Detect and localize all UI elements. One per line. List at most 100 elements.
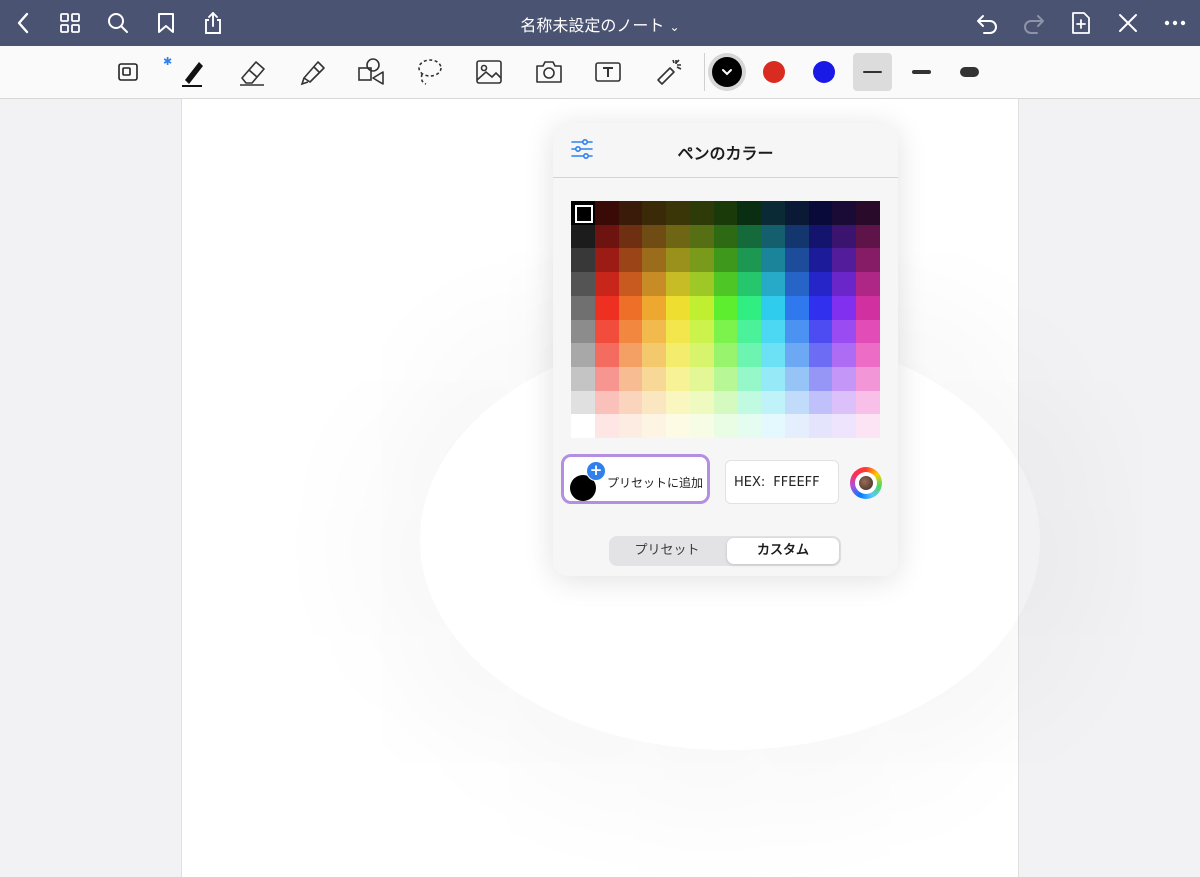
palette-swatch[interactable] — [618, 224, 643, 249]
color-swatch-black-selected[interactable] — [708, 53, 746, 91]
palette-swatch[interactable] — [713, 319, 738, 344]
palette-swatch[interactable] — [737, 390, 762, 415]
palette-swatch[interactable] — [713, 366, 738, 391]
palette-swatch[interactable] — [713, 343, 738, 367]
palette-swatch[interactable] — [642, 248, 667, 273]
add-page-icon[interactable] — [1066, 8, 1096, 38]
palette-swatch[interactable] — [832, 248, 857, 273]
palette-swatch[interactable] — [856, 272, 880, 296]
grid-icon[interactable] — [55, 8, 85, 38]
palette-swatch[interactable] — [761, 272, 785, 296]
palette-swatch[interactable] — [856, 224, 880, 249]
palette-swatch[interactable] — [571, 248, 595, 273]
close-icon[interactable] — [1113, 8, 1143, 38]
palette-swatch[interactable] — [761, 224, 785, 249]
palette-swatch[interactable] — [689, 248, 714, 273]
palette-swatch[interactable] — [618, 390, 643, 415]
palette-swatch[interactable] — [666, 414, 690, 438]
palette-swatch[interactable] — [571, 343, 595, 367]
palette-swatch[interactable] — [737, 343, 762, 367]
palette-swatch[interactable] — [784, 272, 809, 296]
palette-swatch[interactable] — [571, 390, 595, 415]
palette-swatch[interactable] — [642, 343, 667, 367]
palette-swatch[interactable] — [832, 295, 857, 320]
palette-swatch[interactable] — [784, 390, 809, 415]
palette-swatch[interactable] — [666, 390, 690, 415]
undo-icon[interactable] — [972, 8, 1002, 38]
palette-swatch[interactable] — [832, 366, 857, 391]
bookmark-icon[interactable] — [151, 8, 181, 38]
palette-swatch[interactable] — [808, 343, 833, 367]
palette-swatch[interactable] — [713, 224, 738, 249]
hex-input[interactable] — [771, 473, 836, 491]
palette-swatch[interactable] — [594, 248, 619, 273]
camera-icon[interactable] — [531, 55, 567, 89]
palette-swatch[interactable] — [808, 366, 833, 391]
text-icon[interactable] — [590, 55, 626, 89]
palette-swatch[interactable] — [856, 366, 880, 391]
palette-swatch[interactable] — [642, 224, 667, 249]
palette-swatch[interactable] — [808, 224, 833, 249]
palette-swatch[interactable] — [689, 201, 714, 225]
image-icon[interactable] — [471, 55, 507, 89]
lasso-icon[interactable] — [412, 55, 448, 89]
palette-swatch[interactable] — [856, 414, 880, 438]
palette-swatch[interactable] — [571, 319, 595, 344]
stroke-width-medium[interactable] — [902, 53, 941, 91]
add-to-preset-button[interactable]: + プリセットに追加 — [561, 454, 710, 504]
stroke-width-thick[interactable] — [950, 53, 989, 91]
palette-swatch[interactable] — [737, 201, 762, 225]
palette-swatch[interactable] — [832, 272, 857, 296]
palette-swatch[interactable] — [642, 414, 667, 438]
palette-swatch[interactable] — [618, 414, 643, 438]
palette-swatch[interactable] — [594, 343, 619, 367]
palette-swatch[interactable] — [784, 366, 809, 391]
shapes-icon[interactable] — [353, 55, 389, 89]
palette-swatch[interactable] — [642, 295, 667, 320]
palette-swatch[interactable] — [856, 390, 880, 415]
color-wheel-icon[interactable] — [850, 467, 882, 499]
palette-swatch[interactable] — [784, 414, 809, 438]
palette-swatch[interactable] — [808, 390, 833, 415]
palette-swatch[interactable] — [571, 272, 595, 296]
hex-field[interactable]: HEX: — [725, 460, 839, 504]
palette-swatch[interactable] — [713, 295, 738, 320]
palette-swatch[interactable] — [618, 319, 643, 344]
palette-swatch[interactable] — [571, 414, 595, 438]
palette-swatch[interactable] — [689, 319, 714, 344]
palette-swatch[interactable] — [689, 224, 714, 249]
palette-swatch[interactable] — [713, 248, 738, 273]
eraser-icon[interactable] — [234, 55, 270, 89]
palette-swatch[interactable] — [642, 366, 667, 391]
palette-swatch[interactable] — [594, 390, 619, 415]
palette-swatch[interactable] — [666, 224, 690, 249]
palette-swatch[interactable] — [713, 272, 738, 296]
palette-swatch[interactable] — [642, 390, 667, 415]
palette-swatch[interactable] — [856, 201, 880, 225]
palette-swatch[interactable] — [761, 248, 785, 273]
palette-swatch[interactable] — [689, 366, 714, 391]
palette-swatch[interactable] — [618, 343, 643, 367]
palette-swatch[interactable] — [761, 201, 785, 225]
palette-swatch[interactable] — [856, 343, 880, 367]
palette-swatch[interactable] — [594, 414, 619, 438]
palette-swatch[interactable] — [689, 272, 714, 296]
palette-swatch[interactable] — [618, 272, 643, 296]
palette-swatch[interactable] — [784, 201, 809, 225]
palette-swatch[interactable] — [761, 390, 785, 415]
palette-swatch[interactable] — [784, 224, 809, 249]
palette-swatch[interactable] — [784, 319, 809, 344]
palette-swatch[interactable] — [832, 390, 857, 415]
page-layout-icon[interactable] — [110, 55, 146, 89]
palette-swatch[interactable] — [689, 295, 714, 320]
palette-swatch[interactable] — [761, 414, 785, 438]
palette-swatch[interactable] — [642, 201, 667, 225]
palette-swatch[interactable] — [594, 319, 619, 344]
palette-swatch[interactable] — [618, 201, 643, 225]
palette-swatch[interactable] — [713, 390, 738, 415]
stroke-width-thin[interactable] — [853, 53, 892, 91]
palette-swatch[interactable] — [737, 248, 762, 273]
palette-swatch[interactable] — [713, 201, 738, 225]
palette-swatch[interactable] — [808, 414, 833, 438]
palette-swatch[interactable] — [808, 319, 833, 344]
